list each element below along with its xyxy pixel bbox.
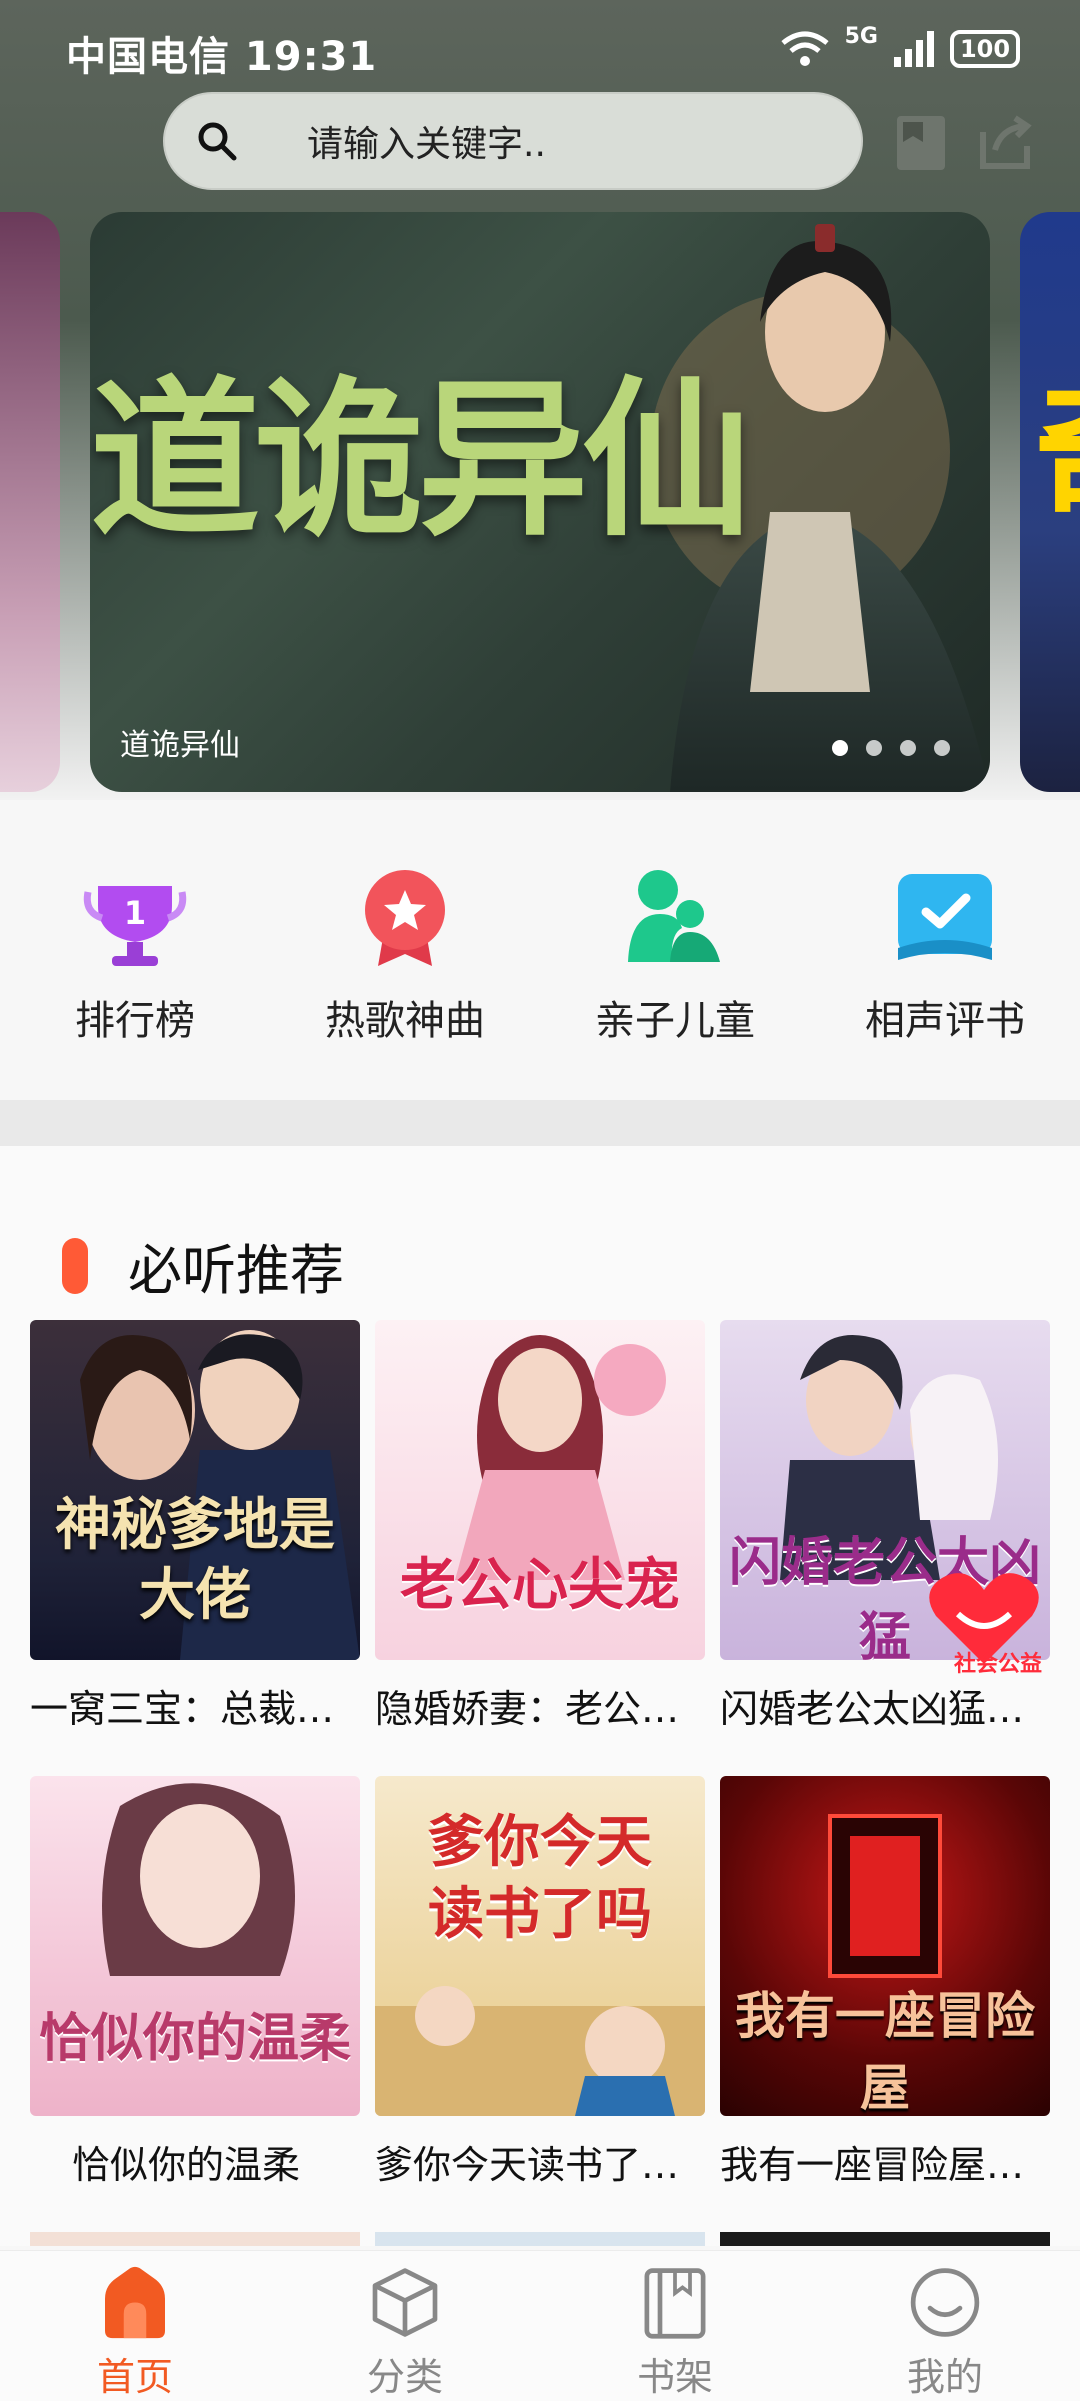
banner-caption: 道诡异仙 (120, 728, 240, 763)
book-title: 隐婚娇妻：老公… (375, 1687, 680, 1731)
tab-label: 我的 (906, 2355, 983, 2399)
status-icons: 5G 100 (779, 24, 1020, 74)
signal-icon (894, 31, 934, 67)
search-bar[interactable]: 请输入关键字.. (163, 92, 863, 190)
svg-text:1: 1 (124, 894, 146, 932)
book-cover: 爹你今天读书了吗 (375, 1776, 705, 2116)
quick-nav-label: 热歌神曲 (325, 998, 485, 1044)
battery-icon: 100 (950, 30, 1020, 68)
banner-slide[interactable]: 道诡异仙 道诡异仙 (90, 212, 990, 792)
carrier-time: 中国电信 19:31 (66, 34, 378, 80)
share-icon[interactable] (977, 112, 1033, 174)
quick-nav: 1 排行榜 热歌神曲 亲子儿童 相声评书 (0, 800, 1080, 1100)
pagination-dot (866, 740, 882, 756)
quick-nav-label: 亲子儿童 (595, 998, 755, 1044)
section-header: 必听推荐 (62, 1226, 344, 1305)
quick-nav-kids[interactable]: 亲子儿童 (540, 800, 810, 1100)
wifi-icon (781, 31, 829, 66)
smile-profile-icon (910, 2268, 980, 2337)
banner-next-peek[interactable]: 奇 (1020, 212, 1080, 792)
cover-title: 爹你今天读书了吗 (428, 1809, 652, 1947)
book-cover-peek (720, 2232, 1050, 2246)
section-divider (0, 1100, 1080, 1146)
bookmark-icon[interactable] (893, 112, 949, 174)
section-title: 必听推荐 (128, 1239, 344, 1302)
cover-title: 神秘爹地是大佬 (55, 1492, 335, 1628)
book-card[interactable]: 闪婚老公太凶猛 社会公益 闪婚老公太凶猛… (720, 1320, 1050, 1733)
recommend-section: 必听推荐 神秘爹地是大佬 一窝三宝：总裁… 老公心尖宠 隐婚娇妻：老公… 闪婚老… (0, 1146, 1080, 2246)
book-card[interactable]: 爹你今天读书了吗 爹你今天读书了… (375, 1776, 705, 2189)
book-cover: 神秘爹地是大佬 (30, 1320, 360, 1660)
book-card[interactable]: 我有一座冒险屋 我有一座冒险屋… (720, 1776, 1050, 2189)
tab-label: 首页 (96, 2355, 173, 2399)
quick-nav-ranking[interactable]: 1 排行榜 (0, 800, 270, 1100)
banner-art-title: 道诡异仙 (90, 360, 752, 560)
tab-home[interactable]: 首页 (0, 2251, 270, 2401)
quick-nav-hot-songs[interactable]: 热歌神曲 (270, 800, 540, 1100)
network-label: 5G (844, 24, 878, 49)
book-card[interactable]: 恰似你的温柔 恰似你的温柔 (30, 1776, 360, 2189)
book-cover: 恰似你的温柔 (30, 1776, 360, 2116)
tab-bookshelf[interactable]: 书架 (540, 2251, 810, 2401)
quick-nav-crosstalk[interactable]: 相声评书 (810, 800, 1080, 1100)
parent-child-icon (628, 870, 720, 962)
book-card[interactable]: 神秘爹地是大佬 一窝三宝：总裁… (30, 1320, 360, 1733)
star-medal-icon (365, 870, 445, 966)
book-cover-peek (375, 2232, 705, 2246)
cube-icon (372, 2268, 438, 2337)
trophy-icon: 1 (83, 886, 187, 966)
search-input[interactable]: 请输入关键字.. (307, 115, 546, 167)
book-title: 一窝三宝：总裁… (30, 1687, 335, 1731)
book-title: 恰似你的温柔 (72, 2143, 301, 2187)
bottom-tab-bar: 首页 分类 书架 我的 (0, 2250, 1080, 2401)
tab-label: 书架 (636, 2355, 713, 2399)
quick-nav-label: 相声评书 (865, 998, 1025, 1044)
book-title: 爹你今天读书了… (375, 2143, 680, 2187)
home-icon (105, 2266, 165, 2339)
book-cover: 我有一座冒险屋 (720, 1776, 1050, 2116)
cover-title: 恰似你的温柔 (38, 2008, 351, 2069)
pagination-dot (832, 740, 848, 756)
cover-title: 老公心尖宠 (400, 1552, 680, 1618)
tab-category[interactable]: 分类 (270, 2251, 540, 2401)
book-cover-peek (30, 2232, 360, 2246)
quick-nav-label: 排行榜 (75, 998, 195, 1044)
search-icon (198, 122, 237, 161)
book-title: 我有一座冒险屋… (720, 2143, 1025, 2187)
banner-pagination (832, 740, 950, 756)
bookshelf-icon (644, 2268, 706, 2339)
banner-next-glyph: 奇 (1034, 332, 1080, 549)
section-marker (62, 1237, 88, 1294)
cover-title: 我有一座冒险屋 (735, 1986, 1035, 2116)
book-cover: 老公心尖宠 (375, 1320, 705, 1660)
book-title: 闪婚老公太凶猛… (720, 1687, 1025, 1731)
pagination-dot (900, 740, 916, 756)
banner-prev-peek[interactable] (0, 212, 60, 792)
pagination-dot (934, 740, 950, 756)
status-bar: 中国电信 19:31 5G 100 (0, 0, 1080, 100)
battery-level: 100 (959, 35, 1011, 63)
book-check-icon (898, 874, 992, 960)
tab-label: 分类 (366, 2355, 443, 2399)
tab-profile[interactable]: 我的 (810, 2251, 1080, 2401)
charity-badge-label: 社会公益 (953, 1652, 1042, 1677)
book-card[interactable]: 老公心尖宠 隐婚娇妻：老公… (375, 1320, 705, 1733)
